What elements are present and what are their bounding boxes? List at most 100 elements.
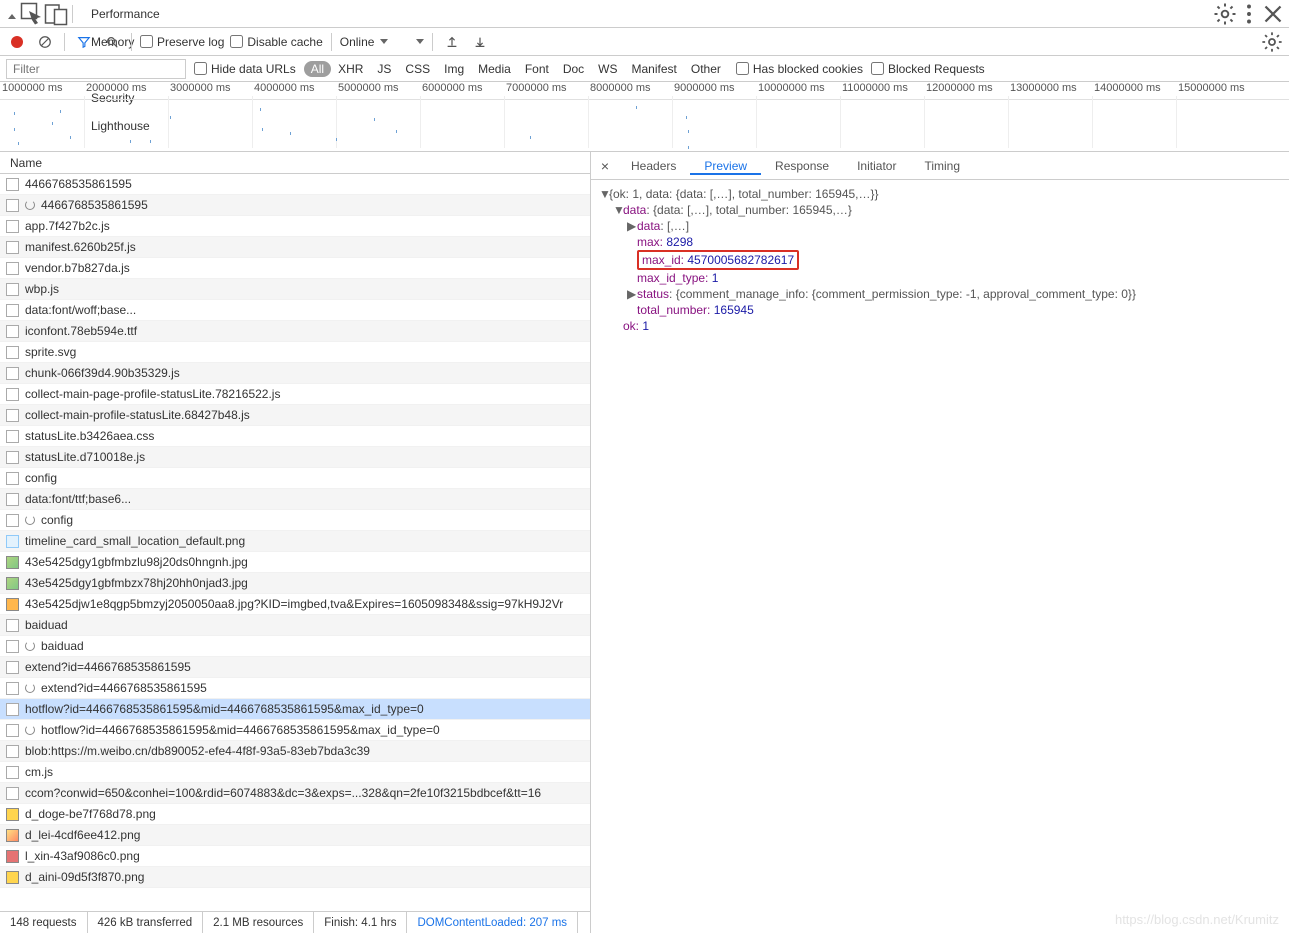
request-row[interactable]: hotflow?id=4466768535861595&mid=44667685…	[0, 720, 590, 741]
request-row[interactable]: chunk-066f39d4.90b35329.js	[0, 363, 590, 384]
timeline-tick: 11000000 ms	[840, 82, 924, 99]
close-devtools-icon[interactable]	[1261, 2, 1285, 26]
file-type-icon	[6, 262, 19, 275]
request-row[interactable]: collect-main-profile-statusLite.68427b48…	[0, 405, 590, 426]
request-name: sprite.svg	[25, 345, 76, 359]
request-row[interactable]: collect-main-page-profile-statusLite.782…	[0, 384, 590, 405]
request-name: config	[41, 513, 73, 527]
inspect-icon[interactable]	[20, 2, 44, 26]
request-row[interactable]: blob:https://m.weibo.cn/db890052-efe4-4f…	[0, 741, 590, 762]
has-blocked-cookies-checkbox[interactable]: Has blocked cookies	[736, 62, 863, 76]
request-row[interactable]: app.7f427b2c.js	[0, 216, 590, 237]
status-bar: 148 requests 426 kB transferred 2.1 MB r…	[0, 911, 590, 933]
filter-type-xhr[interactable]: XHR	[331, 61, 370, 77]
request-row[interactable]: extend?id=4466768535861595	[0, 678, 590, 699]
chevron-down-icon[interactable]	[416, 39, 424, 44]
device-toolbar-icon[interactable]	[44, 2, 68, 26]
filter-type-other[interactable]: Other	[684, 61, 728, 77]
kebab-menu-icon[interactable]	[1237, 2, 1261, 26]
request-row[interactable]: hotflow?id=4466768535861595&mid=44667685…	[0, 699, 590, 720]
filter-type-font[interactable]: Font	[518, 61, 556, 77]
request-row[interactable]: manifest.6260b25f.js	[0, 237, 590, 258]
request-row[interactable]: data:font/ttf;base6...	[0, 489, 590, 510]
clear-button[interactable]	[34, 31, 56, 53]
request-row[interactable]: baiduad	[0, 636, 590, 657]
filter-type-css[interactable]: CSS	[398, 61, 437, 77]
search-icon[interactable]	[101, 31, 123, 53]
timeline-overview[interactable]: 1000000 ms2000000 ms3000000 ms4000000 ms…	[0, 82, 1289, 152]
request-name: iconfont.78eb594e.ttf	[25, 324, 137, 338]
request-row[interactable]: data:font/woff;base...	[0, 300, 590, 321]
request-row[interactable]: config	[0, 468, 590, 489]
request-row[interactable]: d_aini-09d5f3f870.png	[0, 867, 590, 888]
detail-tab-headers[interactable]: Headers	[617, 159, 690, 173]
disable-cache-checkbox[interactable]: Disable cache	[230, 35, 322, 49]
file-type-icon	[6, 514, 19, 527]
request-row[interactable]: extend?id=4466768535861595	[0, 657, 590, 678]
file-type-icon	[6, 640, 19, 653]
devtools-tab-performance[interactable]: Performance	[77, 0, 174, 28]
request-name: collect-main-profile-statusLite.68427b48…	[25, 408, 250, 422]
file-type-icon	[6, 304, 19, 317]
request-row[interactable]: statusLite.d710018e.js	[0, 447, 590, 468]
settings-gear-icon[interactable]	[1213, 2, 1237, 26]
file-type-icon	[6, 808, 19, 821]
request-row[interactable]: statusLite.b3426aea.css	[0, 426, 590, 447]
request-row[interactable]: d_doge-be7f768d78.png	[0, 804, 590, 825]
throttling-select[interactable]: Online	[340, 35, 389, 49]
timeline-tick: 9000000 ms	[672, 82, 756, 99]
request-row[interactable]: wbp.js	[0, 279, 590, 300]
request-name: d_lei-4cdf6ee412.png	[25, 828, 140, 842]
close-detail-icon[interactable]: ×	[593, 158, 617, 174]
file-type-icon	[6, 724, 19, 737]
filter-type-manifest[interactable]: Manifest	[625, 61, 684, 77]
detail-tab-timing[interactable]: Timing	[910, 159, 974, 173]
request-row[interactable]: cm.js	[0, 762, 590, 783]
request-row[interactable]: sprite.svg	[0, 342, 590, 363]
request-list[interactable]: 44667685358615954466768535861595 app.7f42…	[0, 174, 590, 911]
detail-tab-initiator[interactable]: Initiator	[843, 159, 910, 173]
hide-data-urls-checkbox[interactable]: Hide data URLs	[194, 62, 296, 76]
request-row[interactable]: timeline_card_small_location_default.png	[0, 531, 590, 552]
request-row[interactable]: vendor.b7b827da.js	[0, 258, 590, 279]
file-type-icon	[6, 871, 19, 884]
filter-input[interactable]	[6, 59, 186, 79]
request-row[interactable]: 43e5425dgy1gbfmbzlu98j20ds0hngnh.jpg	[0, 552, 590, 573]
filter-type-all[interactable]: All	[304, 61, 331, 77]
import-har-icon[interactable]	[441, 31, 463, 53]
request-name: collect-main-page-profile-statusLite.782…	[25, 387, 280, 401]
request-row[interactable]: 43e5425djw1e8qgp5bmzyj2050050aa8.jpg?KID…	[0, 594, 590, 615]
request-row[interactable]: l_xin-43af9086c0.png	[0, 846, 590, 867]
request-row[interactable]: 4466768535861595	[0, 174, 590, 195]
detail-tab-preview[interactable]: Preview	[690, 159, 761, 175]
column-header-name[interactable]: Name	[0, 152, 590, 174]
preview-tree[interactable]: ▼{ok: 1, data: {data: [,…], total_number…	[591, 180, 1289, 933]
request-row[interactable]: ccom?conwid=650&conhei=100&rdid=6074883&…	[0, 783, 590, 804]
request-row[interactable]: baiduad	[0, 615, 590, 636]
preserve-log-checkbox[interactable]: Preserve log	[140, 35, 224, 49]
request-row[interactable]: iconfont.78eb594e.ttf	[0, 321, 590, 342]
filter-type-doc[interactable]: Doc	[556, 61, 591, 77]
request-row[interactable]: 4466768535861595	[0, 195, 590, 216]
filter-toggle-icon[interactable]	[73, 31, 95, 53]
blocked-requests-checkbox[interactable]: Blocked Requests	[871, 62, 985, 76]
detail-tab-response[interactable]: Response	[761, 159, 843, 173]
timeline-tick: 14000000 ms	[1092, 82, 1176, 99]
network-settings-gear-icon[interactable]	[1261, 31, 1283, 53]
file-type-icon	[6, 661, 19, 674]
timeline-tick: 4000000 ms	[252, 82, 336, 99]
filter-type-img[interactable]: Img	[437, 61, 471, 77]
request-row[interactable]: 43e5425dgy1gbfmbzx78hj20hh0njad3.jpg	[0, 573, 590, 594]
timeline-tick: 15000000 ms	[1176, 82, 1260, 99]
request-row[interactable]: config	[0, 510, 590, 531]
request-row[interactable]: d_lei-4cdf6ee412.png	[0, 825, 590, 846]
status-requests: 148 requests	[0, 912, 88, 933]
filter-type-media[interactable]: Media	[471, 61, 518, 77]
record-button[interactable]	[6, 31, 28, 53]
filter-type-js[interactable]: JS	[370, 61, 398, 77]
request-name: app.7f427b2c.js	[25, 219, 110, 233]
status-finish: Finish: 4.1 hrs	[314, 912, 407, 933]
request-name: chunk-066f39d4.90b35329.js	[25, 366, 180, 380]
filter-type-ws[interactable]: WS	[591, 61, 624, 77]
export-har-icon[interactable]	[469, 31, 491, 53]
